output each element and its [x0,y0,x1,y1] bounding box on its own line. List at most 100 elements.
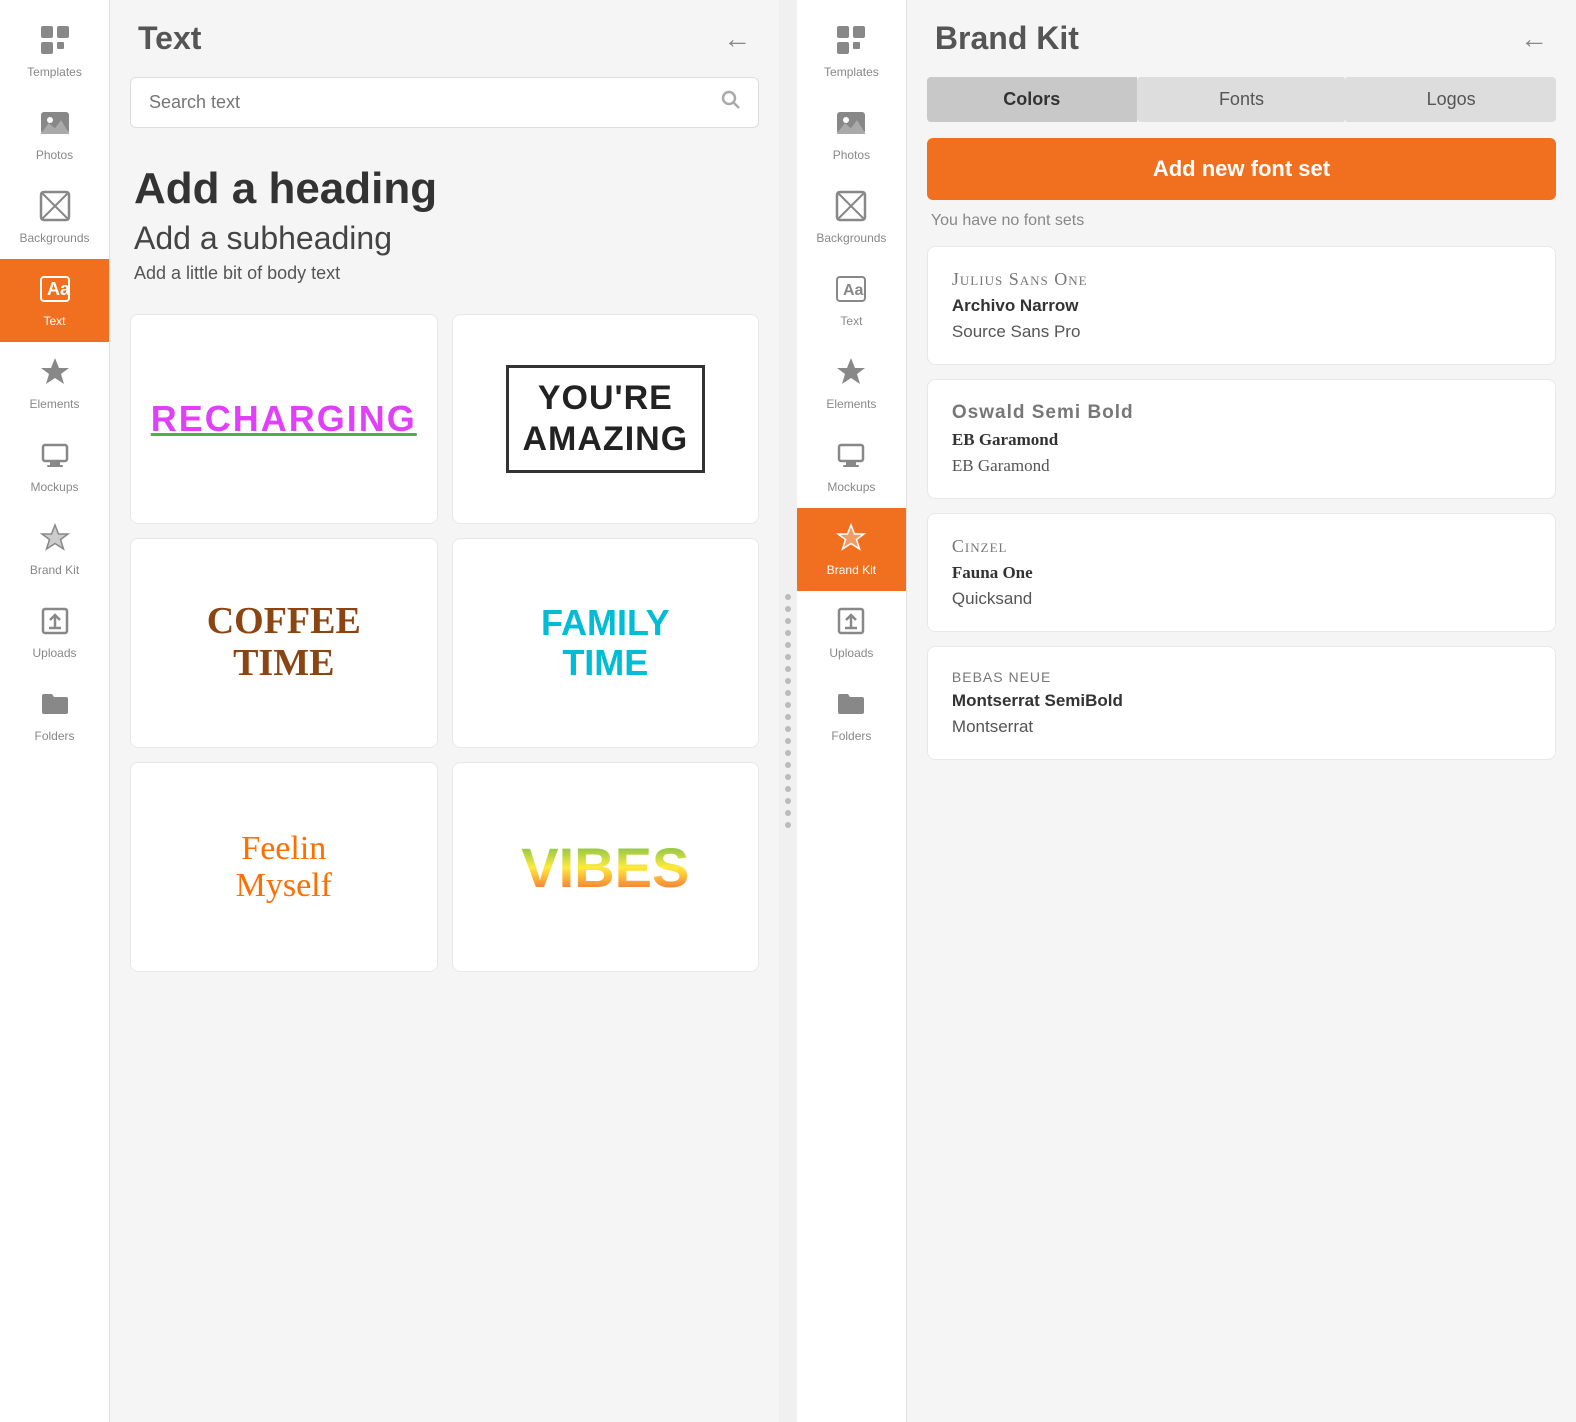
sidebar-item-folders[interactable]: Folders [0,674,109,757]
right-sidebar-item-photos[interactable]: Photos [797,93,906,176]
font-set-card-2[interactable]: Oswald Semi Bold EB Garamond EB Garamond [927,379,1556,499]
coffee-text: COFFEETIME [207,601,361,685]
right-sidebar-label-elements: Elements [826,397,876,411]
add-body-button[interactable]: Add a little bit of body text [134,263,755,284]
tab-fonts[interactable]: Fonts [1137,77,1347,122]
divider-dot [785,606,791,612]
right-sidebar-item-text[interactable]: Aa Text [797,259,906,342]
right-brand-kit-icon [835,522,867,559]
right-sidebar-item-brand-kit[interactable]: Brand Kit [797,508,906,591]
right-sidebar-item-templates[interactable]: Templates [797,10,906,93]
divider-dot [785,786,791,792]
divider-dot [785,738,791,744]
font-set-card-3[interactable]: Cinzel Fauna One Quicksand [927,513,1556,632]
right-upload-icon [835,605,867,642]
sidebar-item-elements[interactable]: Elements [0,342,109,425]
brand-kit-icon [39,522,71,559]
tab-colors-label: Colors [1003,89,1060,109]
right-back-button[interactable]: ← [1520,23,1548,55]
sidebar-item-photos[interactable]: Photos [0,93,109,176]
right-sidebar-item-mockups[interactable]: Mockups [797,425,906,508]
font-bebas-neue: Bebas Neue [952,669,1531,685]
tab-logos[interactable]: Logos [1346,77,1556,122]
search-input[interactable] [130,77,759,128]
right-text-icon: Aa [835,273,867,310]
sidebar-label-text: Text [43,314,65,328]
left-panel: Templates Photos Backgrounds Aa Text Ele… [0,0,779,1422]
add-font-set-button[interactable]: Add new font set [927,138,1556,200]
right-mockups-icon [835,439,867,476]
divider-dot [785,762,791,768]
left-main-content: Text ← Add a heading Add a subheading Ad… [110,0,779,1422]
font-source-sans: Source Sans Pro [952,322,1531,342]
panel-divider [779,0,797,1422]
text-icon: Aa [39,273,71,310]
right-sidebar-label-photos: Photos [833,148,870,162]
right-sidebar-item-backgrounds[interactable]: Backgrounds [797,176,906,259]
divider-dot [785,654,791,660]
text-card-amazing[interactable]: YOU'REAMAZING [452,314,760,524]
mockups-icon [39,439,71,476]
divider-dot [785,726,791,732]
left-panel-header: Text ← [110,0,779,77]
divider-dot [785,642,791,648]
search-icon[interactable] [719,88,743,118]
sidebar-item-brand-kit[interactable]: Brand Kit [0,508,109,591]
font-quicksand: Quicksand [952,589,1531,609]
text-card-recharging[interactable]: RECHARGING [130,314,438,524]
upload-icon [39,605,71,642]
sidebar-label-folders: Folders [34,729,74,743]
sidebar-label-brand-kit: Brand Kit [30,563,79,577]
right-sidebar-label-folders: Folders [831,729,871,743]
right-elements-icon [835,356,867,393]
right-sidebar-item-folders[interactable]: Folders [797,674,906,757]
font-eb-garamond-1: EB Garamond [952,430,1531,450]
sidebar-item-text[interactable]: Aa Text [0,259,109,342]
divider-dot [785,690,791,696]
divider-dot [785,678,791,684]
vibes-text: VIBES [521,835,689,900]
left-panel-title: Text [138,20,201,57]
sidebar-label-templates: Templates [27,65,82,79]
sidebar-label-mockups: Mockups [30,480,78,494]
recharging-text: RECHARGING [151,398,417,440]
sidebar-item-mockups[interactable]: Mockups [0,425,109,508]
right-sidebar-label-templates: Templates [824,65,879,79]
right-sidebar-label-mockups: Mockups [827,480,875,494]
sidebar-label-photos: Photos [36,148,73,162]
right-sidebar-item-elements[interactable]: Elements [797,342,906,425]
tab-colors[interactable]: Colors [927,77,1137,122]
divider-dot [785,702,791,708]
right-sidebar-item-uploads[interactable]: Uploads [797,591,906,674]
divider-dot [785,798,791,804]
add-heading-button[interactable]: Add a heading [134,164,755,214]
font-set-card-4[interactable]: Bebas Neue Montserrat SemiBold Montserra… [927,646,1556,760]
search-bar [130,77,759,128]
text-options: Add a heading Add a subheading Add a lit… [110,144,779,314]
tab-fonts-label: Fonts [1219,89,1264,109]
text-card-coffee[interactable]: COFFEETIME [130,538,438,748]
add-subheading-button[interactable]: Add a subheading [134,220,755,257]
right-sidebar-label-text: Text [840,314,862,328]
left-sidebar: Templates Photos Backgrounds Aa Text Ele… [0,0,110,1422]
sidebar-item-backgrounds[interactable]: Backgrounds [0,176,109,259]
right-grid-icon [835,24,867,61]
left-back-button[interactable]: ← [723,23,751,55]
right-panel: Templates Photos Backgrounds Aa Text Ele… [797,0,1576,1422]
sidebar-label-backgrounds: Backgrounds [19,231,89,245]
sidebar-item-templates[interactable]: Templates [0,10,109,93]
sidebar-item-uploads[interactable]: Uploads [0,591,109,674]
text-card-vibes[interactable]: VIBES [452,762,760,972]
divider-dot [785,822,791,828]
text-card-feelin[interactable]: FeelinMyself [130,762,438,972]
grid-icon [39,24,71,61]
font-fauna-one: Fauna One [952,563,1531,583]
font-cinzel: Cinzel [952,536,1531,557]
text-card-family[interactable]: FAMILYTIME [452,538,760,748]
elements-icon [39,356,71,393]
divider-dot [785,594,791,600]
font-set-card-1[interactable]: Julius Sans One Archivo Narrow Source Sa… [927,246,1556,365]
tab-logos-label: Logos [1427,89,1476,109]
sidebar-label-elements: Elements [29,397,79,411]
family-text: FAMILYTIME [541,603,670,682]
